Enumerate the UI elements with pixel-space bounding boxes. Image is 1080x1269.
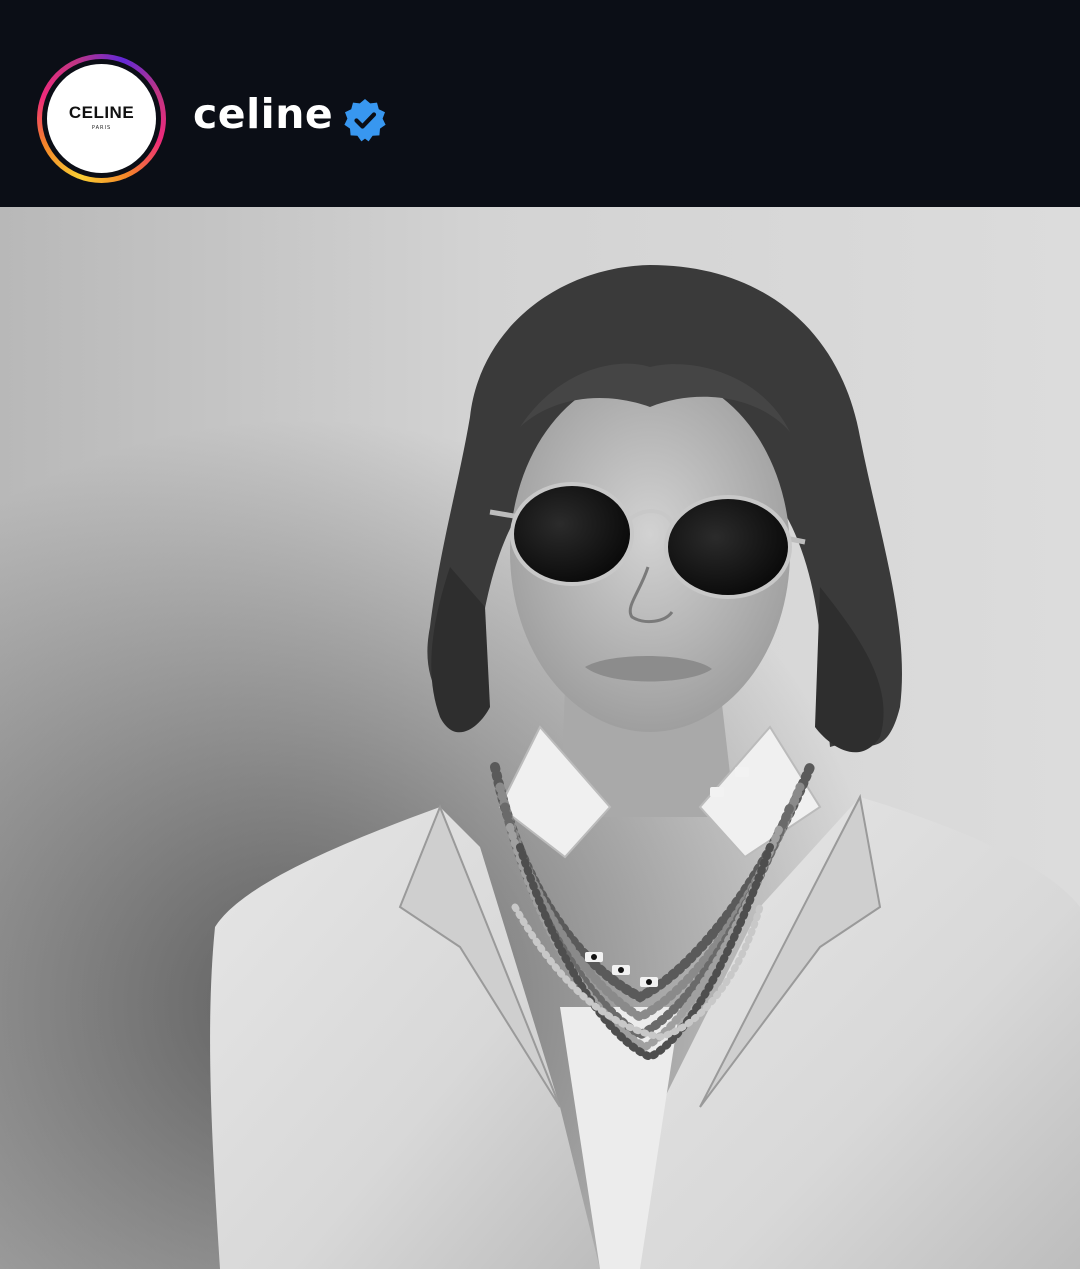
avatar-logo-subtitle: PARIS [91, 125, 112, 131]
post-header: CELINE PARIS celine [0, 0, 1080, 207]
verified-badge-icon [344, 99, 386, 142]
profile-username[interactable]: celine [193, 94, 333, 135]
profile-avatar[interactable]: CELINE PARIS [47, 64, 156, 173]
portrait-photo [0, 207, 1080, 1269]
story-ring[interactable]: CELINE PARIS [37, 54, 166, 183]
post-photo[interactable] [0, 207, 1080, 1269]
avatar-logo-wordmark: CELINE [68, 103, 135, 122]
